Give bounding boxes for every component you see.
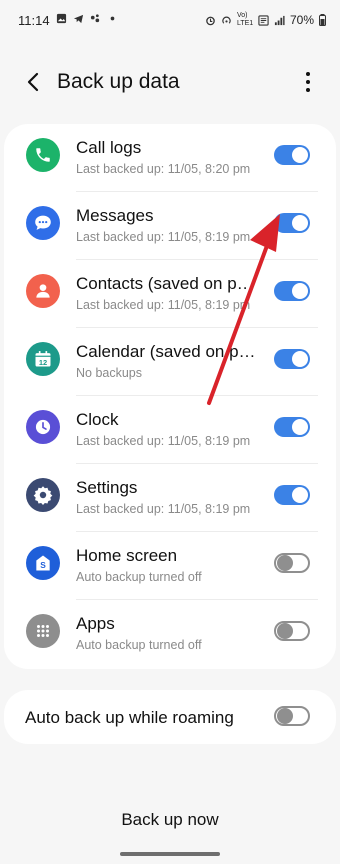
clock-toggle[interactable] <box>274 417 310 437</box>
contacts-toggle[interactable] <box>274 281 310 301</box>
list-item-apps[interactable]: Apps Auto backup turned off <box>4 600 336 668</box>
contacts-app-icon <box>26 274 60 308</box>
roaming-toggle[interactable] <box>274 706 310 726</box>
roaming-label: Auto back up while roaming <box>25 708 234 727</box>
svg-text:S: S <box>40 560 46 570</box>
list-item-contacts[interactable]: Contacts (saved on ph… Last backed up: 1… <box>4 260 336 328</box>
list-item-home-screen[interactable]: S Home screen Auto backup turned off <box>4 532 336 600</box>
item-label: Contacts (saved on ph… <box>76 274 256 293</box>
apps-toggle[interactable] <box>274 621 310 641</box>
item-status: Last backed up: 11/05, 8:19 pm <box>76 434 251 448</box>
back-button[interactable] <box>20 68 48 96</box>
home-screen-toggle[interactable] <box>274 553 310 573</box>
item-label: Settings <box>76 478 138 497</box>
clock-app-icon <box>26 410 60 444</box>
list-item-settings[interactable]: Settings Last backed up: 11/05, 8:19 pm <box>4 464 336 532</box>
back-up-now-button[interactable]: Back up now <box>0 810 340 830</box>
alarm-icon <box>206 16 215 25</box>
phone-icon <box>36 148 50 162</box>
item-status: Last backed up: 11/05, 8:19 pm <box>76 298 251 312</box>
page-title: Back up data <box>57 70 180 93</box>
item-status: Last backed up: 11/05, 8:20 pm <box>76 162 251 176</box>
item-label: Calendar (saved on ph… <box>76 342 256 361</box>
status-time: 11:14 <box>18 13 50 28</box>
apps-app-icon <box>26 614 60 648</box>
item-status: Last backed up: 11/05, 8:19 pm <box>76 230 251 244</box>
item-label: Home screen <box>76 546 178 565</box>
list-item-messages[interactable]: Messages Last backed up: 11/05, 8:19 pm <box>4 192 336 260</box>
chat-bubble-icon <box>35 215 51 230</box>
list-item-call-logs[interactable]: Call logs Last backed up: 11/05, 8:20 pm <box>4 124 336 192</box>
person-icon <box>36 284 50 298</box>
home-indicator <box>120 852 220 856</box>
item-status: Auto backup turned off <box>76 570 202 584</box>
calendar-app-icon: 12 <box>26 342 60 376</box>
roaming-card[interactable]: Auto back up while roaming <box>4 690 336 744</box>
item-status: Last backed up: 11/05, 8:19 pm <box>76 502 251 516</box>
more-vertical-icon <box>306 72 310 92</box>
signal-icon <box>274 15 285 25</box>
assistant-icon <box>90 14 100 23</box>
item-label: Messages <box>76 206 154 225</box>
clock-icon <box>35 419 51 435</box>
call-logs-app-icon <box>26 138 60 172</box>
home-screen-app-icon: S <box>26 546 60 580</box>
messages-app-icon <box>26 206 60 240</box>
list-item-calendar[interactable]: 12 Calendar (saved on ph… No backups <box>4 328 336 396</box>
settings-app-icon <box>26 478 60 512</box>
item-status: Auto backup turned off <box>76 638 202 652</box>
hotspot-icon <box>222 16 231 24</box>
messages-toggle[interactable] <box>274 213 310 233</box>
settings-toggle[interactable] <box>274 485 310 505</box>
dot-icon <box>110 16 115 21</box>
telegram-icon <box>73 14 84 24</box>
backup-items-card: Call logs Last backed up: 11/05, 8:20 pm… <box>4 124 336 669</box>
item-label: Apps <box>76 614 115 633</box>
item-label: Clock <box>76 410 119 429</box>
network-label: Vo) LTE1 <box>236 12 254 27</box>
status-notification-icons <box>56 13 118 24</box>
call-logs-toggle[interactable] <box>274 145 310 165</box>
battery-icon <box>319 14 326 26</box>
chevron-left-icon <box>27 72 39 92</box>
calendar-toggle[interactable] <box>274 349 310 369</box>
item-label: Call logs <box>76 138 142 157</box>
status-bar: 11:14 Vo) LTE1 70% <box>0 0 340 40</box>
more-options-button[interactable] <box>296 69 320 95</box>
calendar-icon: 12 <box>35 351 51 367</box>
gear-icon <box>33 486 53 505</box>
home-screen-icon: S <box>36 555 50 571</box>
app-header: Back up data <box>0 58 340 106</box>
calendar-day: 12 <box>39 358 47 367</box>
list-item-clock[interactable]: Clock Last backed up: 11/05, 8:19 pm <box>4 396 336 464</box>
gallery-icon <box>56 13 67 24</box>
battery-percent: 70% <box>289 13 314 27</box>
apps-grid-icon <box>37 625 49 637</box>
item-status: No backups <box>76 366 143 380</box>
wifi-icon <box>258 14 269 26</box>
status-system-icons: Vo) LTE1 70% <box>205 12 326 28</box>
